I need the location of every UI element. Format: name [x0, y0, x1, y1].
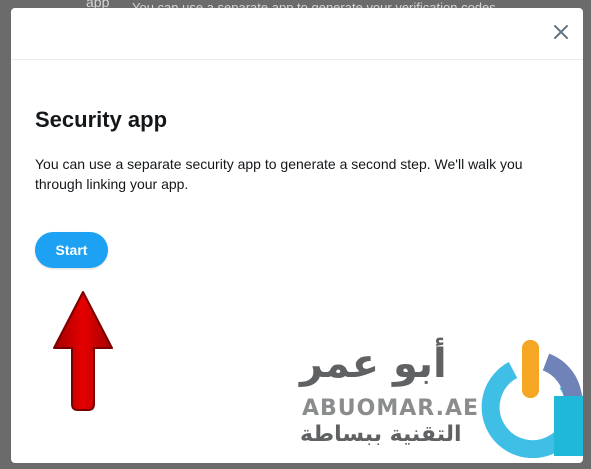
- watermark-arabic-name: أبو عمر: [300, 341, 447, 387]
- start-button[interactable]: Start: [35, 232, 108, 268]
- watermark-tagline: التقنية ببساطة: [300, 422, 462, 447]
- power-logo-icon: [481, 340, 583, 458]
- red-arrow-annotation: [53, 291, 113, 411]
- dialog-description: You can use a separate security app to g…: [35, 156, 523, 192]
- dialog-header: [11, 8, 583, 60]
- security-app-dialog: Security app You can use a separate secu…: [11, 8, 583, 463]
- dialog-title: Security app: [35, 107, 168, 132]
- watermark-site-name: ABUOMAR.AE: [302, 396, 480, 421]
- close-icon[interactable]: [551, 22, 571, 42]
